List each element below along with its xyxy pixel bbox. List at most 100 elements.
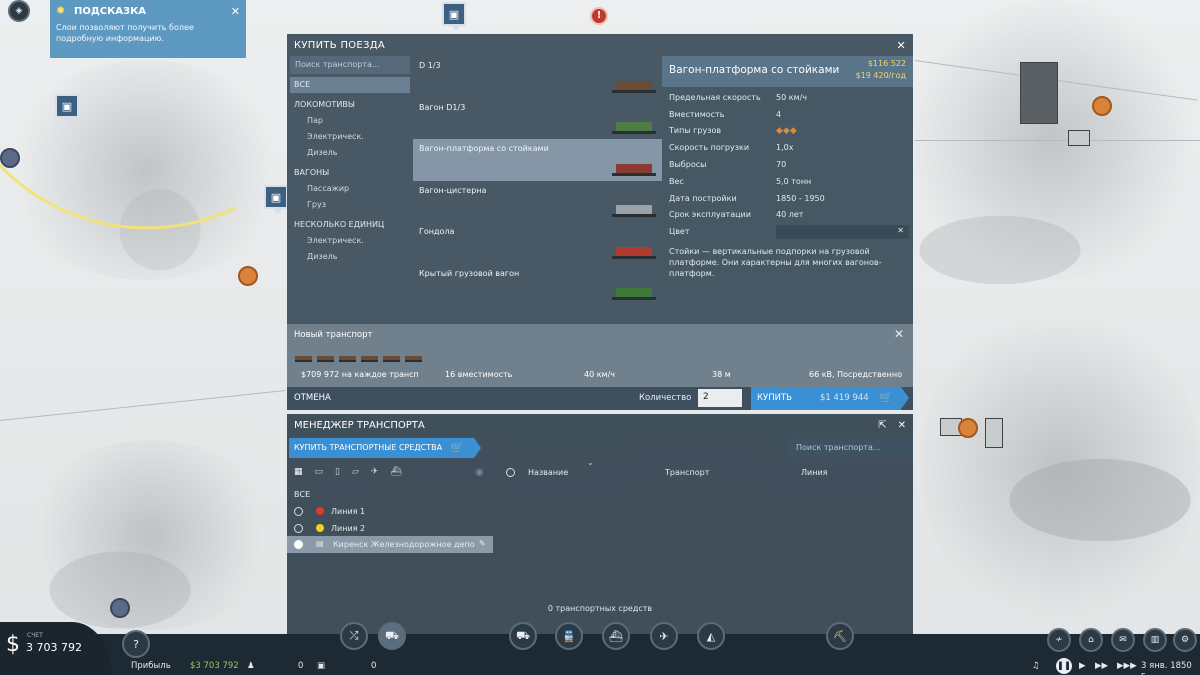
line-radio[interactable]: [294, 524, 303, 533]
road-vehicles-button[interactable]: ⛟: [509, 622, 537, 650]
category-heading[interactable]: ВАГОНЫ: [287, 165, 413, 181]
route-button[interactable]: ≁: [1047, 628, 1071, 652]
depot-button[interactable]: ⌂: [1079, 628, 1103, 652]
buy-trains-window: КУПИТЬ ПОЕЗДА ✕ Поиск транспорта... ВСЕ Л…: [287, 34, 913, 410]
cargo-station-marker[interactable]: ▣: [442, 2, 466, 31]
ship-icon[interactable]: ⛴: [390, 467, 401, 477]
buy-vehicles-label: КУПИТЬ ТРАНСПОРТНЫЕ СРЕДСТВА: [294, 443, 443, 452]
search-input[interactable]: Поиск транспорта...: [290, 56, 410, 74]
stat-value: 50 км/ч: [776, 92, 808, 102]
close-icon[interactable]: ✕: [898, 420, 906, 431]
category-item[interactable]: Электрическ.: [287, 233, 413, 249]
category-item[interactable]: Пар: [287, 113, 413, 129]
buy-button[interactable]: КУПИТЬ $1 419 944 🛒: [751, 387, 909, 410]
help-button[interactable]: ?: [122, 630, 150, 658]
cart-icon: 🛒: [450, 441, 464, 454]
quantity-input[interactable]: 2: [698, 389, 742, 407]
chevron-down-icon[interactable]: ⌄: [587, 458, 594, 467]
warning-icon[interactable]: !: [590, 7, 608, 25]
category-heading[interactable]: НЕСКОЛЬКО ЕДИНИЦ: [287, 217, 413, 233]
lines-button[interactable]: ⤮: [340, 622, 368, 650]
train-composition[interactable]: [295, 356, 422, 362]
close-icon[interactable]: ✕: [894, 327, 904, 341]
category-item[interactable]: Дизель: [287, 145, 413, 161]
select-all-radio[interactable]: [506, 468, 515, 477]
stat-label: Выбросы: [669, 160, 707, 170]
column-vehicle[interactable]: Транспорт: [665, 468, 709, 477]
vehicle-thumbnail: [612, 285, 656, 301]
settings-button[interactable]: ⚙: [1173, 628, 1197, 652]
column-name[interactable]: Название: [528, 468, 568, 477]
play-icon[interactable]: ▶: [1079, 661, 1086, 671]
cart-icon: 🛒: [879, 391, 893, 404]
ships-button[interactable]: ⛴: [602, 622, 630, 650]
depot-row[interactable]: ▤ Киренск Железнодорожное депо ✎: [287, 536, 493, 553]
checked-radio[interactable]: [294, 540, 303, 549]
pause-icon[interactable]: ❚❚: [1056, 658, 1072, 674]
eye-icon[interactable]: ◉: [475, 467, 484, 478]
category-item[interactable]: Дизель: [287, 249, 413, 265]
layers-button[interactable]: ◈: [8, 0, 30, 22]
line-row[interactable]: Линия 2: [287, 520, 493, 537]
category-item[interactable]: Электрическ.: [287, 129, 413, 145]
messages-button[interactable]: ✉: [1111, 628, 1135, 652]
fastest-forward-icon[interactable]: ▶▶▶: [1117, 661, 1137, 671]
all-label[interactable]: ВСЕ: [294, 490, 310, 499]
cargo-station-marker[interactable]: ▣: [55, 94, 79, 123]
vehicle-list-item[interactable]: Крытый грузовой вагон: [413, 264, 662, 306]
vehicle-name: Вагон-платформа со стойками: [669, 64, 840, 76]
category-item[interactable]: Пассажир: [287, 181, 413, 197]
cancel-button[interactable]: ОТМЕНА: [294, 393, 331, 403]
industry-marker[interactable]: [238, 266, 258, 286]
column-line[interactable]: Линия: [801, 468, 827, 477]
music-icon[interactable]: ♫: [1032, 661, 1040, 671]
line-radio[interactable]: [294, 507, 303, 516]
vehicle-list-item[interactable]: D 1/3: [413, 56, 662, 98]
all-types-icon[interactable]: ▦: [294, 467, 303, 477]
stat-label: Скорость погрузки: [669, 143, 750, 153]
buy-vehicles-button[interactable]: КУПИТЬ ТРАНСПОРТНЫЕ СРЕДСТВА 🛒: [289, 438, 481, 458]
bus-icon[interactable]: ▯: [335, 467, 340, 477]
terrain-button[interactable]: ◭: [697, 622, 725, 650]
town-marker[interactable]: [110, 598, 130, 618]
category-heading[interactable]: ЛОКОМОТИВЫ: [287, 97, 413, 113]
train-icon[interactable]: ▭: [315, 467, 324, 477]
vehicle-list-item[interactable]: Вагон-платформа со стойками: [413, 139, 662, 181]
cargo-station-marker[interactable]: ▣: [264, 185, 288, 214]
bulldozer-button[interactable]: ⛏: [826, 622, 854, 650]
category-item[interactable]: Груз: [287, 197, 413, 213]
tram-icon[interactable]: ▱: [352, 467, 359, 477]
trains-button[interactable]: 🚆: [555, 622, 583, 650]
vehicle-list-item[interactable]: Гондола: [413, 222, 662, 264]
fast-forward-icon[interactable]: ▶▶: [1095, 661, 1108, 671]
passenger-count: 0: [298, 661, 304, 671]
stat-value: ◆◆◆: [776, 123, 913, 140]
city-button[interactable]: ▥: [1143, 628, 1167, 652]
category-all[interactable]: ВСЕ: [290, 77, 410, 93]
profit-value: $3 703 792: [190, 661, 239, 671]
vehicles-button[interactable]: ⛟: [378, 622, 406, 650]
category-list: Поиск транспорта... ВСЕ ЛОКОМОТИВЫ Пар Элек…: [287, 56, 413, 324]
vehicle-list-item[interactable]: Вагон-цистерна: [413, 181, 662, 223]
industry-marker[interactable]: [1092, 96, 1112, 116]
stat-value: 1850 - 1950: [776, 193, 825, 203]
color-picker[interactable]: ✕: [776, 224, 909, 239]
line-row[interactable]: Линия 1: [287, 503, 493, 520]
industry-marker[interactable]: [958, 418, 978, 438]
close-icon[interactable]: ✕: [231, 5, 240, 18]
vehicle-list-item[interactable]: Вагон D1/3: [413, 98, 662, 140]
search-input[interactable]: Поиск транспорта...: [789, 438, 913, 458]
vehicle-list-name: Вагон-платформа со стойками: [419, 144, 549, 153]
plane-icon[interactable]: ✈: [371, 467, 379, 477]
town-marker[interactable]: [0, 148, 20, 168]
close-icon[interactable]: ✕: [896, 39, 906, 52]
edit-icon[interactable]: ✎: [479, 539, 486, 548]
planes-button[interactable]: ✈: [650, 622, 678, 650]
road: [915, 140, 1200, 141]
vehicle-thumbnail: [612, 244, 656, 260]
lightbulb-icon: ✹: [56, 4, 66, 17]
account-label: СЧЕТ: [27, 632, 43, 639]
close-icon[interactable]: ✕: [897, 226, 904, 235]
popout-icon[interactable]: ⇱: [878, 420, 886, 431]
vehicle-list: D 1/3 Вагон D1/3 Вагон-платформа со стойка…: [413, 56, 662, 324]
